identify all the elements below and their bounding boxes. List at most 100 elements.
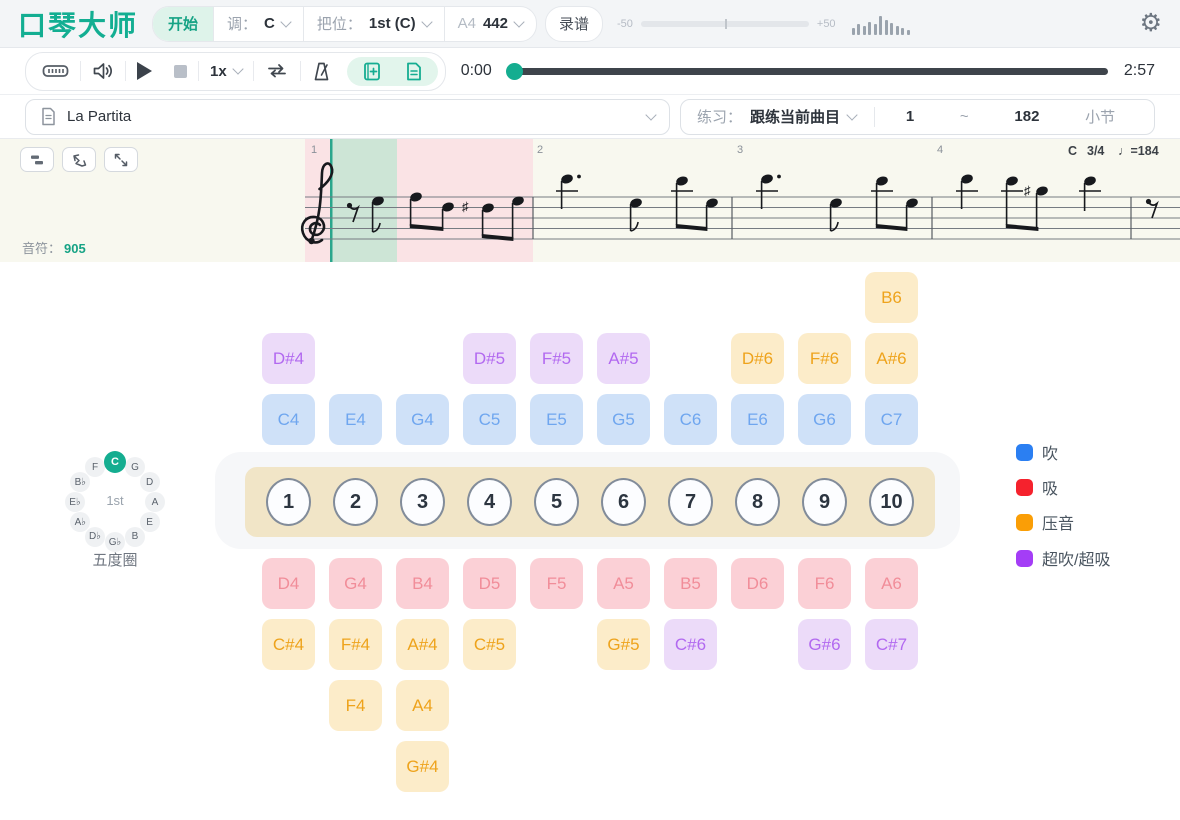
harmonica-cell-F6[interactable]: F6 bbox=[798, 558, 851, 609]
harmonica-cell-D5[interactable]: D5 bbox=[463, 558, 516, 609]
fullscreen-button[interactable] bbox=[104, 147, 138, 172]
harmonica-cell-D#4[interactable]: D#4 bbox=[262, 333, 315, 384]
loop-button[interactable] bbox=[254, 59, 300, 83]
harmonica-cell-G6[interactable]: G6 bbox=[798, 394, 851, 445]
harmonica-cell-G4[interactable]: G4 bbox=[396, 394, 449, 445]
circle-note-C[interactable]: C bbox=[104, 451, 126, 473]
harmonica-hole-9[interactable]: 9 bbox=[802, 478, 847, 526]
sound-toggle-button[interactable] bbox=[81, 59, 125, 83]
song-row: La Partita 练习： 跟练当前曲目 1 ~ 182 小节 bbox=[0, 95, 1180, 138]
harmonica-hole-6[interactable]: 6 bbox=[601, 478, 646, 526]
harmonica-cell-C#7[interactable]: C#7 bbox=[865, 619, 918, 670]
sheet-view-button[interactable] bbox=[393, 59, 434, 83]
circle-note-B[interactable]: B bbox=[125, 527, 145, 547]
practice-mode-select[interactable]: 跟练当前曲目 bbox=[750, 106, 840, 127]
layout-blocks-button[interactable] bbox=[20, 147, 54, 172]
app-root: 口琴大师 开始 调： C 把位： 1st (C) A4 442 录谱 -50 bbox=[0, 0, 1180, 820]
harmonica-cell-E5[interactable]: E5 bbox=[530, 394, 583, 445]
harmonica-cell-C#6[interactable]: C#6 bbox=[664, 619, 717, 670]
harmonica-cell-C6[interactable]: C6 bbox=[664, 394, 717, 445]
start-button[interactable]: 开始 bbox=[153, 7, 214, 41]
gain-slider[interactable] bbox=[641, 21, 809, 27]
speed-select[interactable]: 1x bbox=[199, 59, 253, 83]
circle-note-F[interactable]: F bbox=[85, 457, 105, 477]
settings-gear-icon[interactable]: ⚙ bbox=[1140, 11, 1162, 36]
harmonica-cell-F5[interactable]: F5 bbox=[530, 558, 583, 609]
harmonica-cell-D6[interactable]: D6 bbox=[731, 558, 784, 609]
harmonica-cell-E4[interactable]: E4 bbox=[329, 394, 382, 445]
harmonica-cell-G#5[interactable]: G#5 bbox=[597, 619, 650, 670]
position-select[interactable]: 把位： 1st (C) bbox=[304, 7, 445, 41]
harmonica-cell-G#6[interactable]: G#6 bbox=[798, 619, 851, 670]
harmonica-cell-A#5[interactable]: A#5 bbox=[597, 333, 650, 384]
harmonica-cell-A#4[interactable]: A#4 bbox=[396, 619, 449, 670]
harmonica-hole-10[interactable]: 10 bbox=[869, 478, 914, 526]
harmonica-cell-G4[interactable]: G4 bbox=[329, 558, 382, 609]
circle-note-E♭[interactable]: E♭ bbox=[65, 492, 85, 512]
time-signature-label: 3/4 bbox=[1087, 144, 1104, 158]
chevron-down-icon bbox=[421, 16, 432, 27]
position-value: 1st (C) bbox=[369, 15, 416, 32]
gain-max-label: +50 bbox=[817, 18, 836, 30]
audio-level-meter bbox=[852, 13, 910, 35]
harmonica-cell-G#4[interactable]: G#4 bbox=[396, 741, 449, 792]
measure-from-field[interactable]: 1 bbox=[906, 108, 914, 125]
key-select[interactable]: 调： C bbox=[214, 7, 304, 41]
tuning-select[interactable]: A4 442 bbox=[445, 7, 536, 41]
harmonica-cell-A5[interactable]: A5 bbox=[597, 558, 650, 609]
harmonica-hole-5[interactable]: 5 bbox=[534, 478, 579, 526]
harmonica-cell-D#5[interactable]: D#5 bbox=[463, 333, 516, 384]
harmonica-hole-2[interactable]: 2 bbox=[333, 478, 378, 526]
harmonica-view-button[interactable] bbox=[31, 59, 80, 83]
record-score-button[interactable]: 录谱 bbox=[545, 6, 603, 42]
legend-item: 超吹/超吸 bbox=[1016, 546, 1110, 570]
legend-swatch bbox=[1016, 550, 1033, 567]
harmonica-cell-G5[interactable]: G5 bbox=[597, 394, 650, 445]
harmonica-hole-1[interactable]: 1 bbox=[266, 478, 311, 526]
harmonica-cell-A6[interactable]: A6 bbox=[865, 558, 918, 609]
harmonica-cell-B5[interactable]: B5 bbox=[664, 558, 717, 609]
measure-to-field[interactable]: 182 bbox=[1014, 108, 1039, 125]
elapsed-time: 0:00 bbox=[461, 62, 492, 80]
harmonica-cell-D4[interactable]: D4 bbox=[262, 558, 315, 609]
progress-bar[interactable] bbox=[508, 68, 1108, 75]
harmonica-cell-C#5[interactable]: C#5 bbox=[463, 619, 516, 670]
harmonica-cell-C7[interactable]: C7 bbox=[865, 394, 918, 445]
song-select[interactable]: La Partita bbox=[25, 99, 670, 135]
measure-number: 2 bbox=[537, 144, 543, 156]
circle-note-D[interactable]: D bbox=[140, 472, 160, 492]
harmonica-cell-A4[interactable]: A4 bbox=[396, 680, 449, 731]
svg-text:♯: ♯ bbox=[1024, 183, 1031, 198]
harmonica-cell-C5[interactable]: C5 bbox=[463, 394, 516, 445]
step-jump-button[interactable] bbox=[62, 147, 96, 172]
harmonica-cell-F#6[interactable]: F#6 bbox=[798, 333, 851, 384]
circle-note-B♭[interactable]: B♭ bbox=[70, 472, 90, 492]
harmonica-hole-7[interactable]: 7 bbox=[668, 478, 713, 526]
harmonica-cell-C4[interactable]: C4 bbox=[262, 394, 315, 445]
harmonica-hole-4[interactable]: 4 bbox=[467, 478, 512, 526]
harmonica-cell-D#6[interactable]: D#6 bbox=[731, 333, 784, 384]
circle-note-D♭[interactable]: D♭ bbox=[85, 527, 105, 547]
harmonica-cell-F#5[interactable]: F#5 bbox=[530, 333, 583, 384]
progress-thumb[interactable] bbox=[506, 63, 523, 80]
harmonica-cell-F4[interactable]: F4 bbox=[329, 680, 382, 731]
circle-note-E[interactable]: E bbox=[140, 512, 160, 532]
circle-note-A[interactable]: A bbox=[145, 492, 165, 512]
harmonica-cell-C#4[interactable]: C#4 bbox=[262, 619, 315, 670]
legend-label: 吹 bbox=[1042, 440, 1058, 464]
harmonica-cell-E6[interactable]: E6 bbox=[731, 394, 784, 445]
key-signature-label: C bbox=[1068, 144, 1077, 158]
harmonica-cell-A#6[interactable]: A#6 bbox=[865, 333, 918, 384]
divider bbox=[874, 107, 875, 127]
songbook-button[interactable] bbox=[351, 59, 393, 83]
harmonica-hole-3[interactable]: 3 bbox=[400, 478, 445, 526]
harmonica-cell-B6[interactable]: B6 bbox=[865, 272, 918, 323]
measure-unit-label: 小节 bbox=[1085, 106, 1115, 127]
harmonica-cell-F#4[interactable]: F#4 bbox=[329, 619, 382, 670]
circle-note-G♭[interactable]: G♭ bbox=[105, 532, 125, 552]
harmonica-hole-8[interactable]: 8 bbox=[735, 478, 780, 526]
metronome-button[interactable] bbox=[301, 59, 343, 83]
stop-button[interactable] bbox=[163, 59, 198, 83]
harmonica-cell-B4[interactable]: B4 bbox=[396, 558, 449, 609]
play-button[interactable] bbox=[126, 59, 163, 83]
